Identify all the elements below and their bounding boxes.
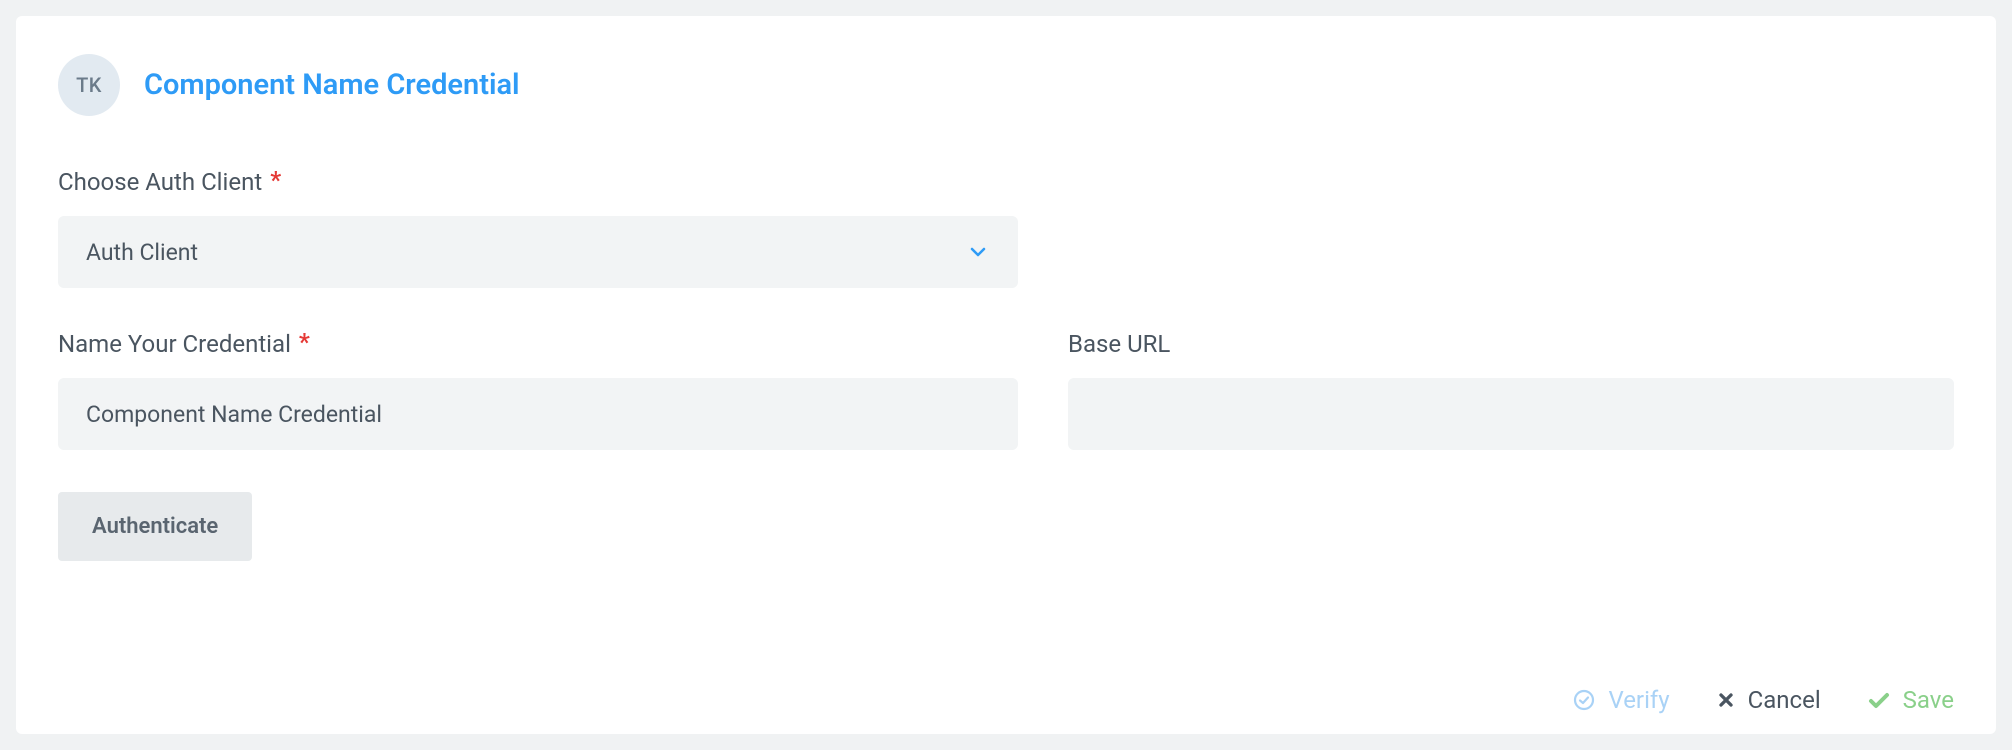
auth-client-select[interactable]: Auth Client bbox=[58, 216, 1018, 288]
authenticate-button[interactable]: Authenticate bbox=[58, 492, 252, 561]
footer-actions: Verify Cancel Save bbox=[1572, 686, 1954, 714]
auth-client-group: Choose Auth Client* Auth Client bbox=[58, 168, 1018, 288]
required-mark: * bbox=[270, 166, 281, 194]
verify-label: Verify bbox=[1608, 686, 1669, 714]
credential-name-input[interactable] bbox=[58, 378, 1018, 450]
base-url-input[interactable] bbox=[1068, 378, 1954, 450]
auth-client-label: Choose Auth Client* bbox=[58, 168, 1018, 196]
close-icon bbox=[1716, 690, 1736, 710]
avatar: TK bbox=[58, 54, 120, 116]
auth-client-selected: Auth Client bbox=[86, 239, 966, 266]
cancel-label: Cancel bbox=[1748, 686, 1821, 714]
base-url-label: Base URL bbox=[1068, 330, 1954, 358]
check-circle-icon bbox=[1572, 688, 1596, 712]
credential-name-group: Name Your Credential* bbox=[58, 330, 1018, 450]
page-title: Component Name Credential bbox=[144, 68, 520, 102]
required-mark: * bbox=[299, 328, 310, 356]
check-icon bbox=[1867, 688, 1891, 712]
base-url-group: Base URL bbox=[1068, 330, 1954, 450]
save-label: Save bbox=[1903, 686, 1954, 714]
verify-button[interactable]: Verify bbox=[1572, 686, 1669, 714]
header-row: TK Component Name Credential bbox=[58, 54, 1954, 116]
cancel-button[interactable]: Cancel bbox=[1716, 686, 1821, 714]
chevron-down-icon bbox=[966, 240, 990, 264]
credential-name-label: Name Your Credential* bbox=[58, 330, 1018, 358]
credential-card: TK Component Name Credential Choose Auth… bbox=[16, 16, 1996, 734]
avatar-initials: TK bbox=[76, 73, 102, 97]
save-button[interactable]: Save bbox=[1867, 686, 1954, 714]
